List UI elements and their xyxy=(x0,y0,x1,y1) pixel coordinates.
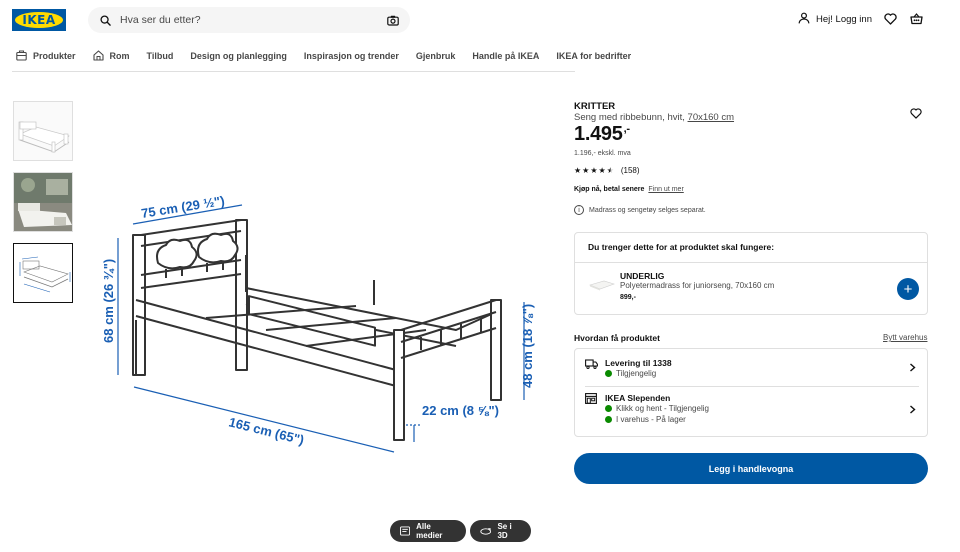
note-text: Madrass og sengetøy selges separat. xyxy=(589,206,706,214)
nav-label: Design og planlegging xyxy=(190,50,287,61)
search-input[interactable] xyxy=(120,14,386,26)
thumbnail-bed-white[interactable] xyxy=(13,101,73,161)
nav-item-handle[interactable]: Handle på IKEA xyxy=(472,51,539,61)
nav-label: Produkter xyxy=(33,50,76,61)
dimension-width-label: 75 cm (29 ½") xyxy=(140,193,226,221)
status-dot-icon xyxy=(605,416,612,423)
all-media-label: Alle medier xyxy=(416,522,443,540)
divider xyxy=(585,386,919,387)
user-icon xyxy=(798,12,810,27)
rotate-3d-icon xyxy=(480,527,492,535)
dimension-under-height-label: 22 cm (8 ⅝") xyxy=(422,403,499,418)
nav-item-bedrifter[interactable]: IKEA for bedrifter xyxy=(556,51,631,61)
thumbnail-bed-room[interactable] xyxy=(13,172,73,232)
nav-label: Gjenbruk xyxy=(415,50,456,61)
all-media-button[interactable]: Alle medier xyxy=(390,520,466,542)
store-title[interactable]: IKEA Slependen xyxy=(605,393,670,403)
product-dimension-drawing: 75 cm (29 ½") 68 cm (26 ¾") 165 cm (65")… xyxy=(96,180,546,480)
nav-item-rom[interactable]: Rom xyxy=(92,50,130,61)
nav-label: IKEA for bedrifter xyxy=(556,50,632,61)
chevron-right-icon[interactable] xyxy=(909,405,916,414)
truck-icon xyxy=(585,359,598,369)
required-item-desc: Polyetermadrass for juniorseng, 70x160 c… xyxy=(620,281,775,290)
product-price: 1.495,- xyxy=(574,123,630,146)
divider xyxy=(575,262,927,263)
price-suffix: ,- xyxy=(623,123,630,136)
price-value: 1.495 xyxy=(574,123,623,145)
mattress-image xyxy=(589,280,615,291)
required-item-price: 899,- xyxy=(620,294,636,301)
rating-count: (158) xyxy=(620,166,640,175)
home-icon xyxy=(92,50,104,61)
info-icon: i xyxy=(574,205,584,215)
logo-text: IKEA xyxy=(22,13,56,27)
dimension-height-label: 68 cm (26 ¾") xyxy=(101,259,116,343)
add-to-cart-button[interactable]: Legg i handlevogna xyxy=(574,453,928,484)
delivery-title[interactable]: Levering til 1338 xyxy=(605,358,672,368)
store-line1-text: Klikk og hent - Tilgjengelig xyxy=(616,404,709,413)
product-name: KRITTER xyxy=(574,101,616,112)
view-3d-label: Se i 3D xyxy=(497,522,512,540)
star-icon: ★ xyxy=(590,166,598,175)
price-excl-vat: 1.196,- ekskl. mva xyxy=(574,150,631,157)
products-icon xyxy=(16,50,27,61)
required-heading: Du trenger dette for at produktet skal f… xyxy=(588,242,775,252)
add-to-cart-label: Legg i handlevogna xyxy=(708,463,794,474)
nav-label: Inspirasjon og trender xyxy=(303,50,399,61)
nav-label: Rom xyxy=(109,50,130,61)
heart-icon[interactable] xyxy=(884,12,897,30)
product-description: Seng med ribbebunn, hvit, 70x160 cm xyxy=(574,112,734,123)
delivery-status-text: Tilgjengelig xyxy=(616,369,657,378)
nav-label: Tilbud xyxy=(146,50,174,61)
view-3d-button[interactable]: Se i 3D xyxy=(470,520,531,542)
status-dot-icon xyxy=(605,370,612,377)
favourite-heart-icon[interactable] xyxy=(910,106,922,124)
dimension-length-label: 165 cm (65") xyxy=(227,414,305,447)
change-store-link[interactable]: Bytt varehus xyxy=(883,333,927,342)
nav-divider xyxy=(12,71,575,72)
required-item-name[interactable]: UNDERLIG xyxy=(620,271,664,281)
star-icon: ★ xyxy=(598,166,606,175)
login-link[interactable]: Hej! Logg inn xyxy=(798,12,872,27)
pay-later-text: Kjøp nå, betal senere xyxy=(574,186,645,193)
gallery-icon xyxy=(400,526,411,536)
search-icon xyxy=(98,13,112,27)
star-icon: ★ xyxy=(574,166,582,175)
logo-oval: IKEA xyxy=(15,12,63,28)
dimension-foot-height-label: 48 cm (18 ⅞") xyxy=(520,304,535,388)
ikea-logo[interactable]: IKEA xyxy=(12,9,66,31)
plus-icon: + xyxy=(903,280,913,298)
main-nav: Produkter Rom Tilbud Design og planleggi… xyxy=(16,50,648,61)
nav-item-design[interactable]: Design og planlegging xyxy=(190,51,287,61)
add-required-item-button[interactable]: + xyxy=(897,278,919,300)
cart-icon[interactable] xyxy=(910,12,923,30)
pay-later-info: Kjøp nå, betal senere Finn ut mer xyxy=(574,186,684,193)
login-label: Hej! Logg inn xyxy=(816,14,872,25)
product-desc-text: Seng med ribbebunn, hvit, xyxy=(574,112,688,123)
product-size-link[interactable]: 70x160 cm xyxy=(688,112,734,123)
store-line2-text: I varehus - På lager xyxy=(616,415,686,424)
search-bar[interactable] xyxy=(88,7,410,33)
chevron-right-icon[interactable] xyxy=(909,363,916,372)
store-in-stock: I varehus - På lager xyxy=(605,415,686,424)
nav-item-produkter[interactable]: Produkter xyxy=(16,50,76,61)
nav-item-gjenbruk[interactable]: Gjenbruk xyxy=(416,51,456,61)
availability-heading: Hvordan få produktet xyxy=(574,333,660,343)
store-click-collect: Klikk og hent - Tilgjengelig xyxy=(605,404,709,413)
half-star-icon: ★ xyxy=(606,166,614,175)
delivery-status: Tilgjengelig xyxy=(605,369,656,378)
nav-item-tilbud[interactable]: Tilbud xyxy=(147,51,174,61)
camera-icon[interactable] xyxy=(386,13,400,27)
required-products-box: Du trenger dette for at produktet skal f… xyxy=(574,232,928,315)
nav-item-inspirasjon[interactable]: Inspirasjon og trender xyxy=(304,51,399,61)
star-icon: ★ xyxy=(582,166,590,175)
product-rating[interactable]: ★ ★ ★ ★ ★ (158) xyxy=(574,166,640,175)
status-dot-icon xyxy=(605,405,612,412)
sold-separately-note: i Madrass og sengetøy selges separat. xyxy=(574,205,706,215)
nav-label: Handle på IKEA xyxy=(472,50,540,61)
availability-box: Levering til 1338 Tilgjengelig IKEA Slep… xyxy=(574,348,928,437)
thumbnail-bed-dimensions[interactable] xyxy=(13,243,73,303)
store-icon xyxy=(585,393,597,404)
pay-later-link[interactable]: Finn ut mer xyxy=(648,186,683,193)
